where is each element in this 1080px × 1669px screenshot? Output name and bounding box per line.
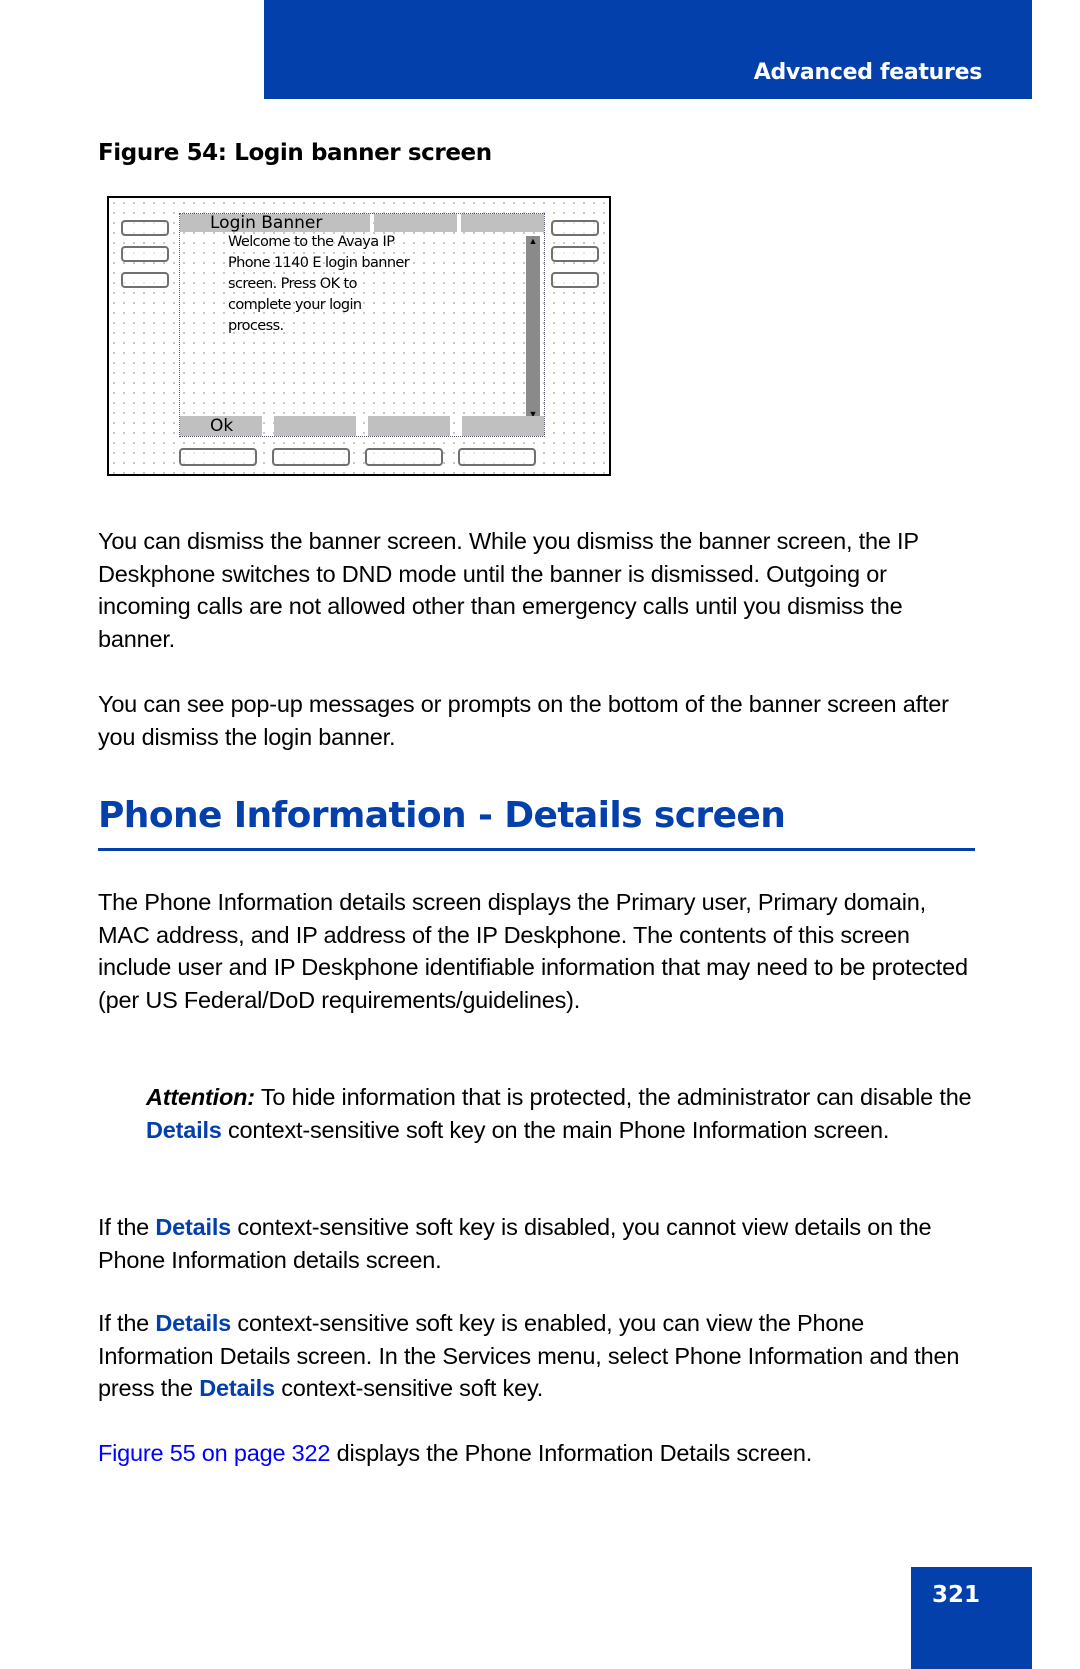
screen-tab — [461, 214, 544, 232]
banner-message: Welcome to the Avaya IP Phone 1140 E log… — [228, 232, 468, 337]
banner-line: Welcome to the Avaya IP — [228, 234, 395, 250]
screen-title-bar: Login Banner — [180, 214, 544, 232]
heading-rule — [98, 848, 975, 851]
soft-key-label-ok: Ok — [180, 416, 262, 436]
right-line-key-2 — [551, 246, 599, 262]
paragraph: You can dismiss the banner screen. While… — [98, 528, 919, 652]
text: If the — [98, 1214, 156, 1240]
paragraph: You can see pop-up messages or prompts o… — [98, 691, 949, 750]
screen-title: Login Banner — [180, 214, 370, 232]
soft-key-4 — [458, 448, 536, 466]
attention-note: Attention: To hide information that is p… — [146, 1081, 986, 1146]
banner-line: process. — [228, 318, 284, 334]
page-number: 321 — [932, 1582, 981, 1608]
banner-line: complete your login — [228, 297, 362, 313]
banner-line: screen. Press OK to — [228, 276, 357, 292]
left-line-key-3 — [121, 272, 169, 288]
paragraph: If the Details context-sensitive soft ke… — [98, 1307, 978, 1405]
details-keyword: Details — [146, 1116, 222, 1143]
section-heading: Phone Information - Details screen — [98, 795, 786, 836]
header-band: Advanced features — [264, 0, 1032, 99]
paragraph: Figure 55 on page 322 displays the Phone… — [98, 1437, 978, 1470]
figure-caption: Figure 54: Login banner screen — [98, 140, 492, 166]
paragraph: The Phone Information details screen dis… — [98, 889, 968, 1013]
soft-key-labels: Ok — [180, 416, 544, 436]
paragraph: If the Details context-sensitive soft ke… — [98, 1211, 978, 1276]
text: context-sensitive soft key. — [274, 1375, 544, 1401]
soft-key-label — [274, 416, 356, 436]
text: context-sensitive soft key on the main P… — [221, 1116, 890, 1143]
soft-key-1 — [179, 448, 257, 466]
details-keyword: Details — [199, 1375, 275, 1401]
text: displays the Phone Information Details s… — [330, 1440, 813, 1466]
soft-key-3 — [365, 448, 443, 466]
banner-line: Phone 1140 E login banner — [228, 255, 410, 271]
attention-label: Attention: — [146, 1084, 255, 1110]
phone-screen: Login Banner Welcome to the Avaya IP Pho… — [179, 213, 545, 437]
screen-tab — [374, 214, 457, 232]
figure-55-link[interactable]: Figure 55 on page 322 — [98, 1440, 330, 1466]
scroll-up-icon: ▲ — [528, 236, 538, 246]
text: If the — [98, 1310, 156, 1336]
section-title: Advanced features — [753, 60, 983, 85]
page-number-box: 321 — [911, 1567, 1032, 1669]
left-line-key-1 — [121, 220, 169, 236]
soft-key-2 — [272, 448, 350, 466]
right-line-key-1 — [551, 220, 599, 236]
login-banner-figure: Login Banner Welcome to the Avaya IP Pho… — [107, 196, 611, 476]
soft-key-label — [368, 416, 450, 436]
details-keyword: Details — [155, 1214, 232, 1240]
left-line-key-2 — [121, 246, 169, 262]
details-keyword: Details — [155, 1310, 232, 1336]
soft-key-label — [462, 416, 544, 436]
right-line-key-3 — [551, 272, 599, 288]
scrollbar: ▲ ▼ — [526, 236, 540, 419]
text: To hide information that is protected, t… — [254, 1084, 972, 1110]
